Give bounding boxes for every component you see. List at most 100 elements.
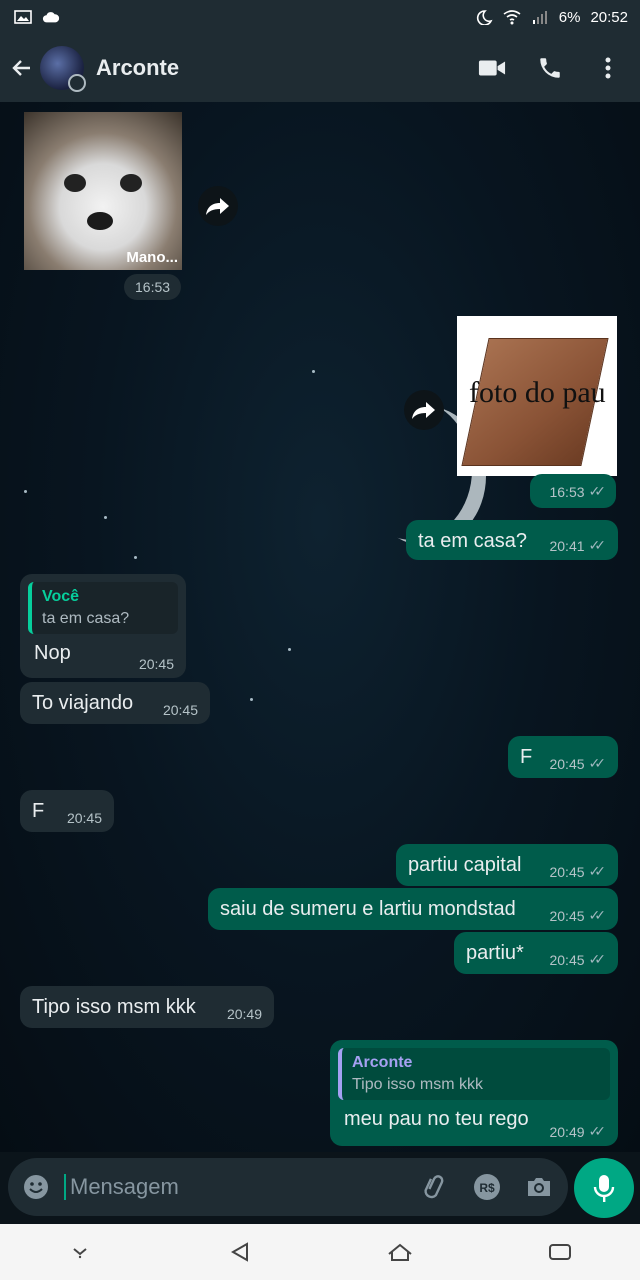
image-text: foto do pau (469, 376, 606, 409)
message-time: 20:45 (549, 951, 585, 968)
read-ticks-icon: ✓✓ (588, 863, 607, 879)
quote-text: Tipo isso msm kkk (352, 1076, 483, 1093)
message-input[interactable] (64, 1174, 398, 1200)
arrow-left-icon (12, 60, 30, 76)
status-bar: 6% 20:52 (0, 0, 640, 34)
read-ticks-icon: ✓✓ (588, 951, 607, 967)
forward-icon (206, 198, 229, 215)
message-text: F (32, 800, 45, 822)
chevron-down-icon (73, 1248, 87, 1259)
message-time: 20:45 (549, 755, 585, 772)
forward-button[interactable] (404, 390, 444, 430)
avatar[interactable] (40, 46, 86, 92)
forward-icon (412, 402, 435, 419)
rs-payment-icon: R$ (474, 1174, 500, 1200)
message-text: partiu capital (408, 854, 522, 876)
chat-area[interactable]: Mano... 16:53 foto do pau 16:53 ✓✓ ta em … (0, 102, 640, 1152)
forward-button[interactable] (198, 186, 238, 226)
incoming-message[interactable]: Tipo isso msm kkk 20:49 (20, 986, 274, 1028)
voice-call-button[interactable] (536, 54, 564, 82)
emoji-button[interactable] (22, 1173, 50, 1201)
star (24, 490, 27, 493)
more-options-button[interactable] (594, 54, 622, 82)
message-time: 20:49 (549, 1123, 585, 1140)
message-time: 20:45 (549, 907, 585, 924)
message-time: 16:53 (549, 483, 585, 500)
message-text: To viajando (32, 692, 134, 714)
star (250, 698, 253, 701)
signal-icon (532, 11, 547, 24)
hide-nav-button[interactable] (50, 1232, 110, 1272)
camera-icon (528, 1178, 550, 1196)
nav-recents-button[interactable] (530, 1232, 590, 1272)
read-ticks-icon: ✓✓ (588, 1123, 607, 1139)
outgoing-message[interactable]: partiu capital 20:45 ✓✓ (396, 844, 618, 886)
read-ticks-icon: ✓✓ (588, 537, 607, 553)
outgoing-message[interactable]: saiu de sumeru e lartiu mondstad 20:45 ✓✓ (208, 888, 618, 930)
camera-button[interactable] (524, 1172, 554, 1202)
chat-header: Arconte (0, 34, 640, 102)
message-text: Tipo isso msm kkk (32, 996, 196, 1018)
outgoing-message[interactable]: F 20:45 ✓✓ (508, 736, 618, 778)
message-time: 20:49 (226, 1006, 262, 1022)
quoted-message[interactable]: Arconte Tipo isso msm kkk (338, 1048, 610, 1100)
recents-icon (549, 1244, 571, 1260)
quote-author: Você (42, 588, 80, 605)
message-time: 16:53 (124, 274, 182, 300)
svg-text:R$: R$ (479, 1181, 495, 1195)
message-time: 20:45 (66, 810, 102, 826)
incoming-message-reply[interactable]: Você ta em casa? Nop 20:45 (20, 574, 186, 678)
read-ticks-icon: ✓✓ (588, 907, 607, 923)
message-text: Nop (34, 642, 71, 664)
message-text: F (520, 746, 533, 768)
outgoing-message[interactable]: partiu* 20:45 ✓✓ (454, 932, 618, 974)
incoming-message[interactable]: F 20:45 (20, 790, 114, 832)
message-time-bubble: 16:53 ✓✓ (530, 474, 616, 508)
star (104, 516, 107, 519)
outgoing-image[interactable]: foto do pau (457, 316, 617, 476)
star (288, 648, 291, 651)
message-time: 20:45 (162, 702, 198, 718)
paperclip-icon (424, 1175, 444, 1199)
message-time: 20:45 (549, 863, 585, 880)
mic-button[interactable] (574, 1158, 634, 1218)
contact-name[interactable]: Arconte (96, 55, 478, 81)
outgoing-message[interactable]: ta em casa? 20:41 ✓✓ (406, 520, 618, 560)
battery-percent: 6% (558, 8, 581, 26)
gallery-icon (14, 10, 32, 24)
video-call-button[interactable] (478, 54, 506, 82)
back-button[interactable] (10, 56, 34, 80)
message-text: ta em casa? (418, 530, 527, 552)
video-call-icon (478, 60, 506, 76)
quote-author: Arconte (352, 1054, 413, 1071)
message-text: meu pau no teu rego (344, 1108, 529, 1130)
alarm-moon-icon (476, 10, 493, 25)
nav-home-button[interactable] (370, 1232, 430, 1272)
outgoing-message-reply[interactable]: Arconte Tipo isso msm kkk meu pau no teu… (330, 1040, 618, 1146)
read-ticks-icon: ✓✓ (588, 483, 607, 499)
incoming-image[interactable]: Mano... (24, 112, 182, 270)
system-nav-bar (0, 1224, 640, 1280)
quoted-message[interactable]: Você ta em casa? (28, 582, 178, 634)
more-vert-icon (605, 57, 611, 79)
clock: 20:52 (590, 8, 628, 26)
payment-button[interactable]: R$ (472, 1172, 502, 1202)
cloud-icon (42, 12, 60, 23)
nav-back-button[interactable] (210, 1232, 270, 1272)
message-time: 20:45 (138, 656, 174, 672)
message-composer: R$ (8, 1158, 568, 1216)
attach-button[interactable] (420, 1172, 450, 1202)
star (312, 370, 315, 373)
mic-icon (593, 1175, 615, 1202)
wifi-icon (503, 10, 521, 25)
phone-icon (540, 58, 560, 78)
quote-text: ta em casa? (42, 610, 130, 627)
star (134, 556, 137, 559)
triangle-back-icon (230, 1242, 248, 1262)
status-ring-icon (68, 74, 86, 92)
image-caption: Mano... (126, 249, 178, 266)
read-ticks-icon: ✓✓ (588, 755, 607, 771)
message-text: saiu de sumeru e lartiu mondstad (220, 898, 516, 920)
message-time: 20:41 (549, 537, 585, 554)
incoming-message[interactable]: To viajando 20:45 (20, 682, 210, 724)
